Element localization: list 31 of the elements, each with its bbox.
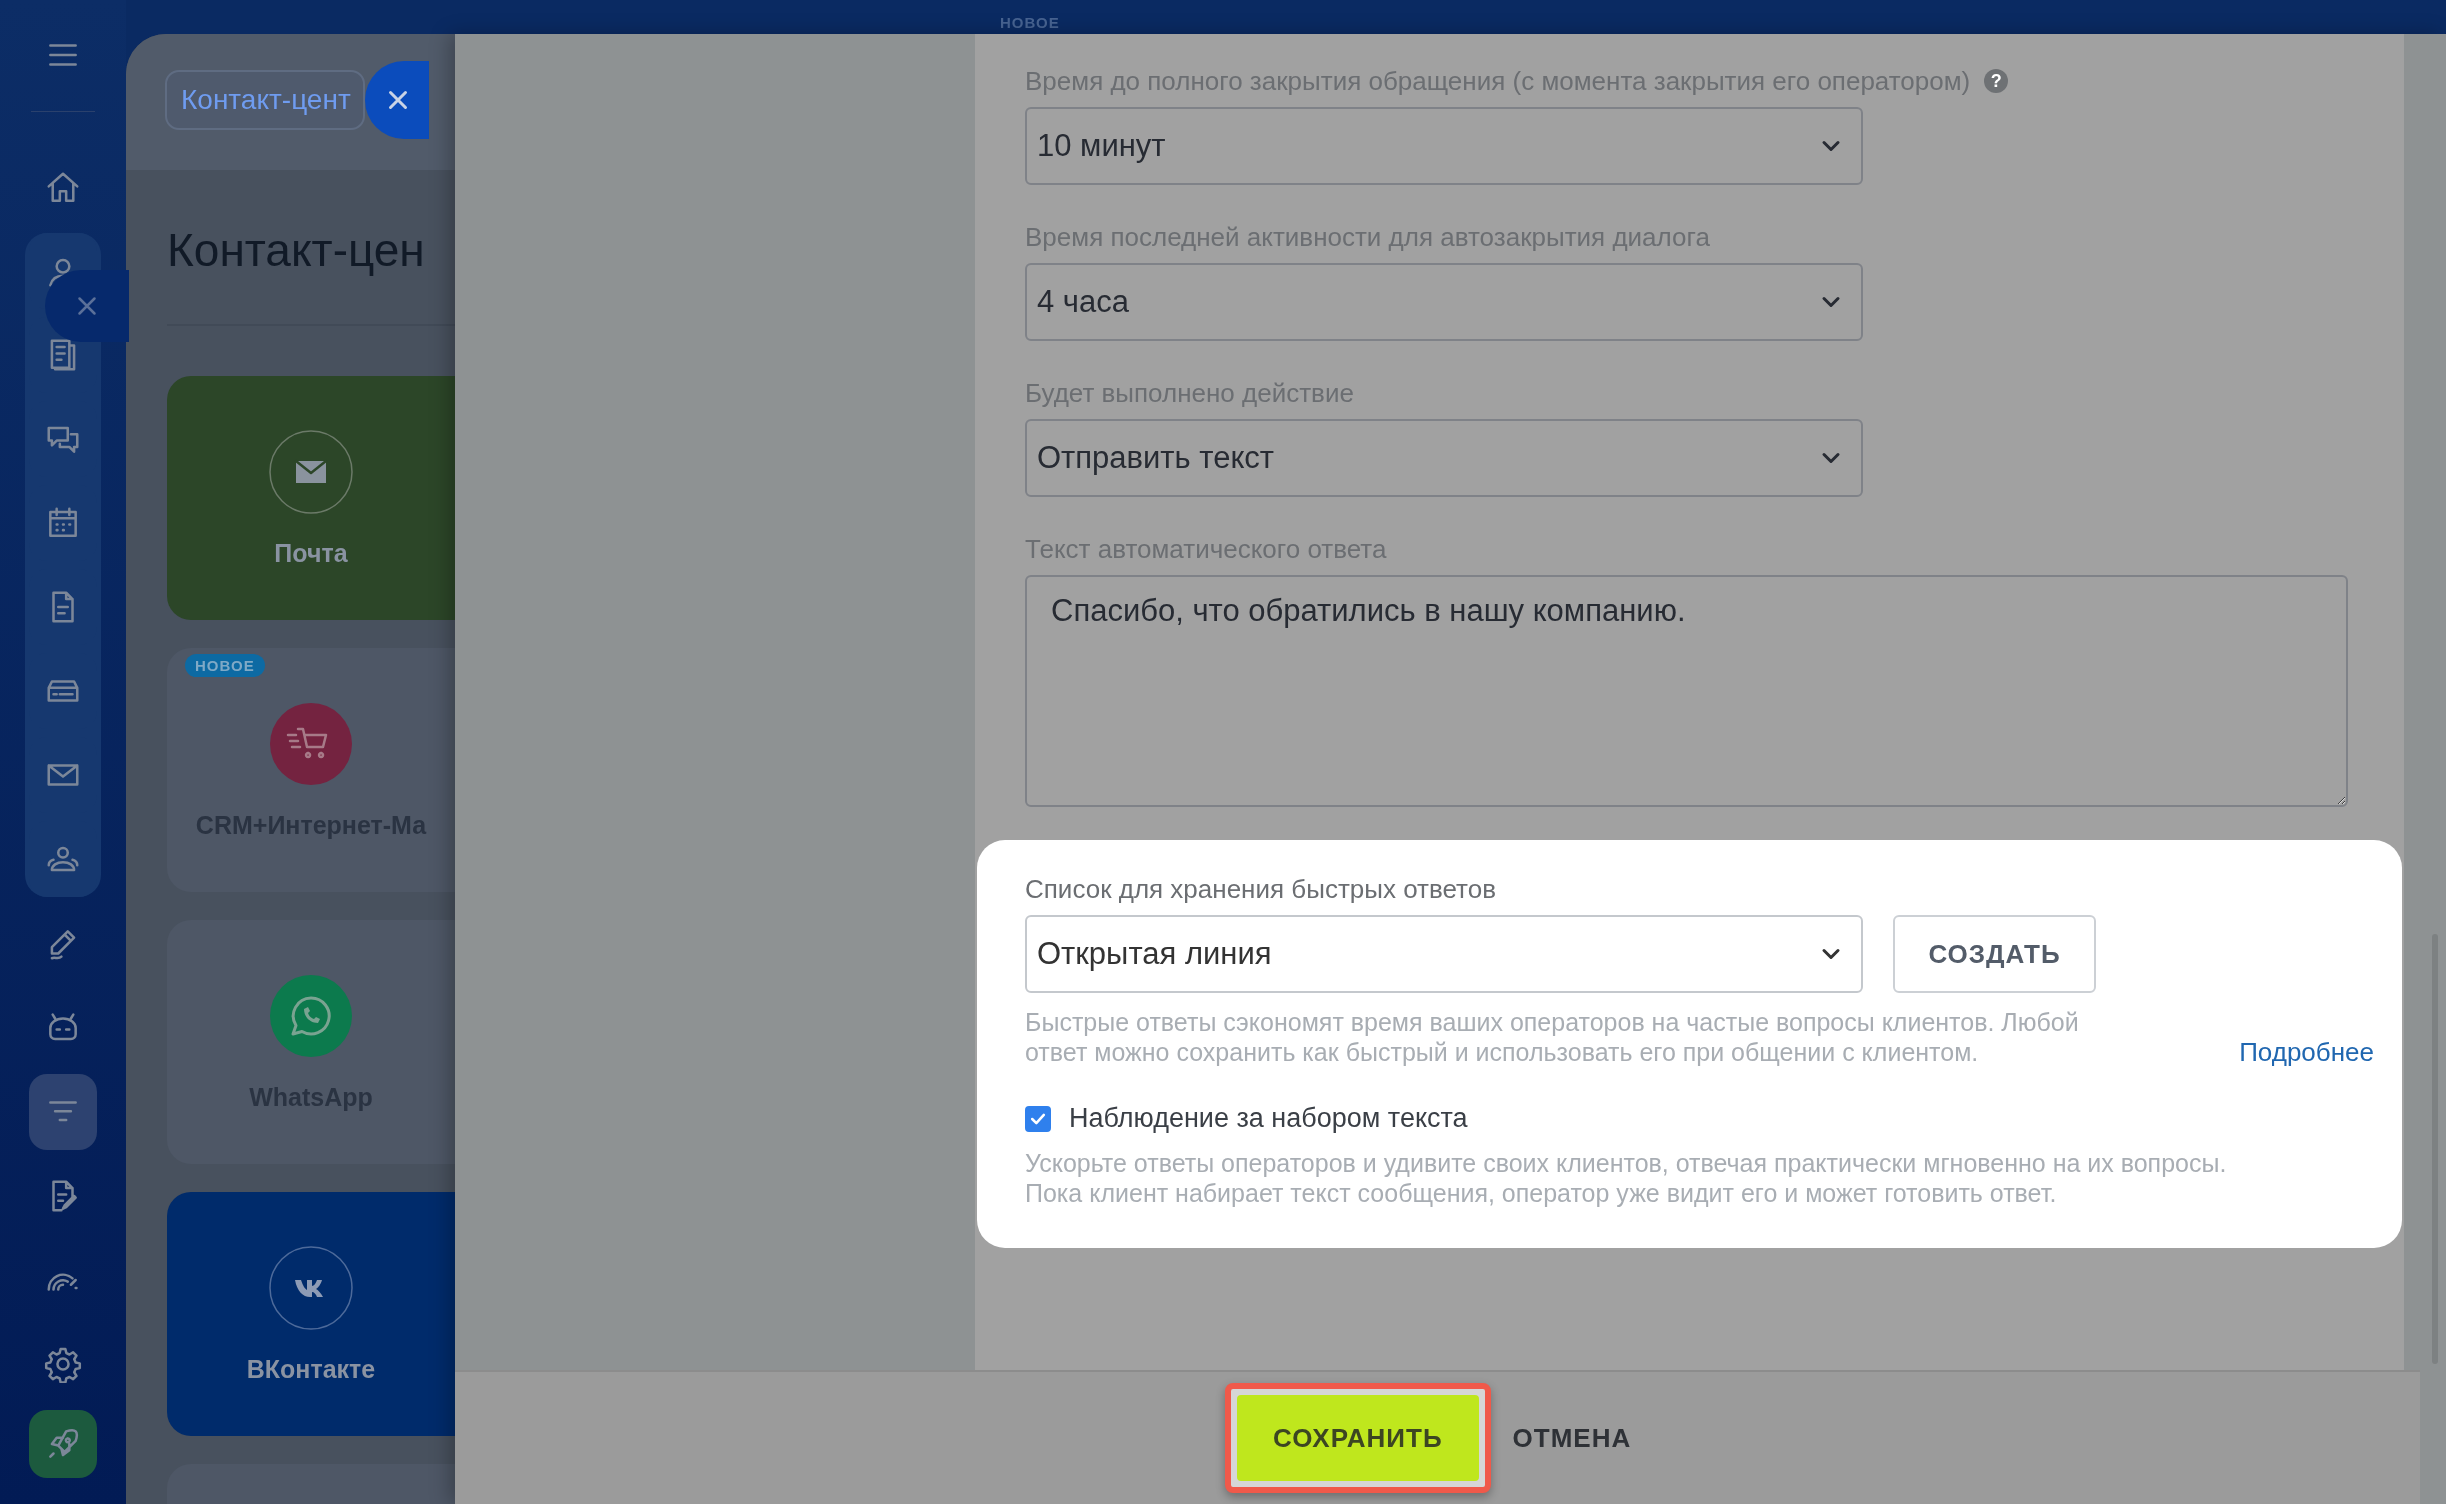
description-text: Ускорьте ответы операторов и удивите своих клиентов, отвечая практически мгновенно на их вопросы. Пока клиент набирает текст сообщения, оператор уже видит его и может готовить ответ. bbox=[1025, 1148, 2228, 1208]
dropdown[interactable]: Отправить текст bbox=[1025, 419, 1863, 497]
checkbox[interactable] bbox=[1025, 1105, 1051, 1132]
card-title: Почта bbox=[274, 538, 348, 568]
text-field[interactable]: Спасибо, что обратились в нашу компанию. bbox=[1025, 575, 2348, 807]
save-button[interactable]: СОХРАНИТЬ bbox=[1237, 1395, 1479, 1481]
chat-bubble-icon bbox=[268, 972, 354, 1059]
cancel-button[interactable]: ОТМЕНА bbox=[1512, 1422, 1632, 1454]
close-button[interactable] bbox=[364, 61, 429, 139]
page-title: Контакт-цен bbox=[167, 223, 425, 278]
dropdown[interactable]: Открытая линия bbox=[1025, 915, 1863, 993]
card-title: ВКонтакте bbox=[246, 1354, 376, 1384]
close-tooltip[interactable] bbox=[45, 270, 129, 342]
new-badge: НОВОЕ bbox=[185, 654, 265, 677]
envelope-icon bbox=[268, 428, 354, 515]
logo-icon bbox=[268, 1244, 354, 1331]
cart-icon bbox=[268, 700, 354, 787]
new-label: НОВОЕ bbox=[1000, 14, 1060, 31]
channel-card[interactable]: ВКонтакте bbox=[167, 1192, 455, 1436]
hint-text: Быстрые ответы сэкономят время ваших операторов на частые вопросы клиентов. Любой ответ можно сохранить как быстрый и использовать его при общении с клиентом. bbox=[1025, 1007, 2080, 1067]
dropdown[interactable]: 10 минут bbox=[1025, 107, 1863, 185]
more-link[interactable]: Подробнее bbox=[2239, 1037, 2374, 1067]
sidebar-item[interactable] bbox=[29, 1074, 97, 1150]
checkbox-label: Наблюдение за набором текста bbox=[1069, 1103, 1468, 1134]
field-label: Список для хранения быстрых ответов bbox=[1025, 873, 1496, 906]
sidebar-item[interactable] bbox=[29, 1410, 97, 1478]
settings-icon bbox=[44, 1345, 82, 1383]
dropdown[interactable]: 4 часа bbox=[1025, 263, 1863, 341]
channel-card[interactable]: Почта bbox=[167, 376, 455, 620]
help-icon[interactable]: ? bbox=[1984, 69, 2009, 93]
create-button[interactable]: СОЗДАТЬ bbox=[1893, 915, 2096, 993]
